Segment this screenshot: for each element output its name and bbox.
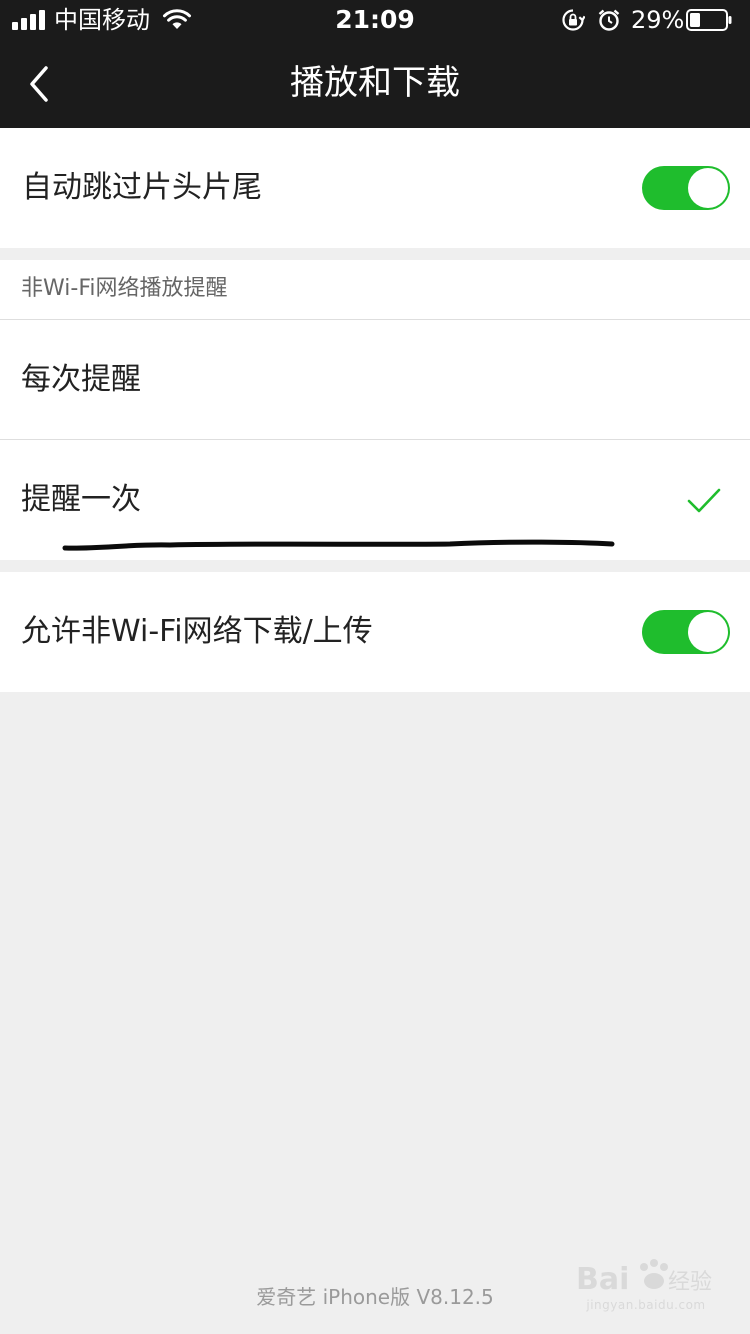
- skip-intro-row[interactable]: 自动跳过片头片尾: [0, 128, 750, 248]
- lock-rotation-icon: [562, 9, 585, 31]
- nav-bar: 播放和下载: [0, 40, 750, 128]
- svg-text:Bai: Bai: [576, 1262, 629, 1297]
- watermark-url: jingyan.baidu.com: [586, 1298, 706, 1312]
- watermark: Bai 经验 jingyan.baidu.com: [576, 1253, 716, 1321]
- section-header: 非Wi-Fi网络播放提醒: [21, 276, 228, 301]
- allow-cellular-label: 允许非Wi-Fi网络下载/上传: [21, 614, 373, 649]
- annotation-underline: [62, 539, 615, 551]
- toggle-knob: [688, 168, 728, 208]
- baidu-paw-logo: Bai 经验: [576, 1259, 712, 1297]
- header: 中国移动 21:09 29% 播放和下载: [0, 0, 750, 128]
- check-icon: [687, 488, 721, 513]
- skip-intro-label: 自动跳过片头片尾: [22, 170, 262, 205]
- reminder-option-label: 每次提醒: [21, 362, 141, 397]
- wifi-reminder-section: 非Wi-Fi网络播放提醒 每次提醒 提醒一次: [0, 260, 750, 560]
- page-title: 播放和下载: [290, 63, 460, 103]
- reminder-option-every-time[interactable]: 每次提醒: [0, 320, 750, 439]
- allow-cellular-toggle[interactable]: [642, 610, 730, 654]
- alarm-icon: [598, 9, 620, 31]
- allow-cellular-row[interactable]: 允许非Wi-Fi网络下载/上传: [0, 572, 750, 692]
- toggle-knob: [688, 612, 728, 652]
- battery-percent: 29%: [631, 6, 685, 34]
- skip-intro-toggle[interactable]: [642, 166, 730, 210]
- battery-icon: [686, 9, 732, 31]
- svg-text:经验: 经验: [668, 1270, 712, 1295]
- status-bar: 中国移动 21:09 29%: [0, 0, 750, 40]
- reminder-option-label: 提醒一次: [21, 482, 141, 517]
